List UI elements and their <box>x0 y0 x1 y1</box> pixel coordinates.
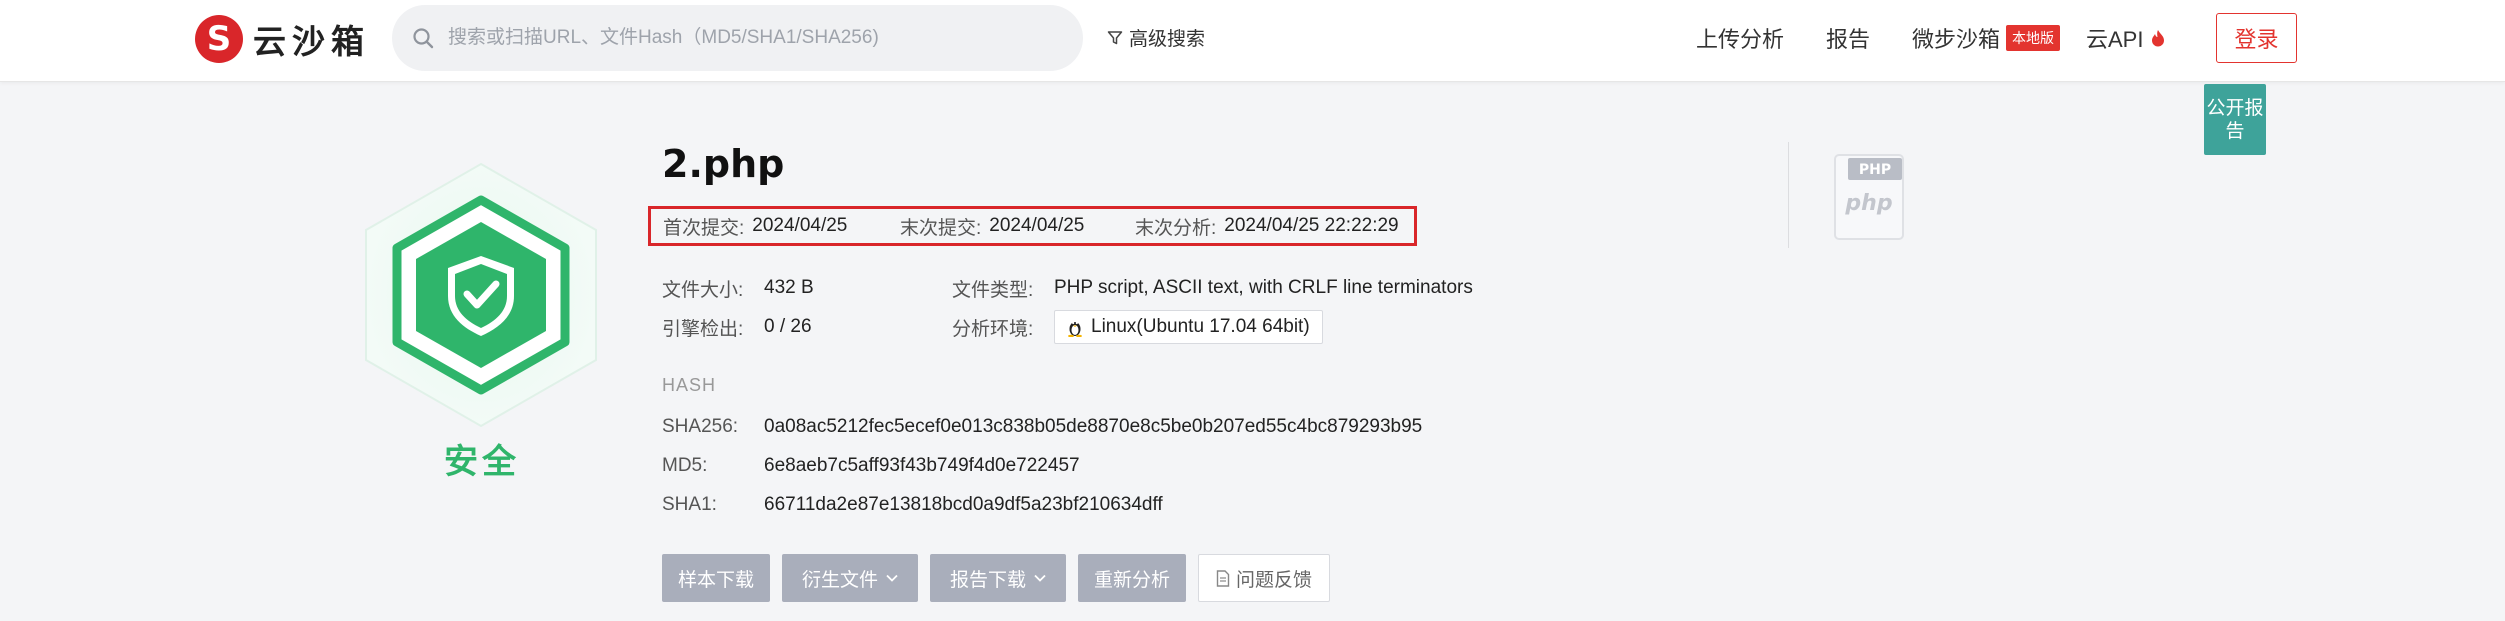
nav-api-label: 云API <box>2086 27 2144 52</box>
engine-detection-value: 0 / 26 <box>764 316 812 337</box>
file-type-value: PHP script, ASCII text, with CRLF line t… <box>1054 277 1473 298</box>
analysis-environment: 分析环境: Linux(Ubuntu 17.04 64bit) <box>952 310 1323 344</box>
engine-detection: 引擎检出: 0 / 26 <box>662 313 812 341</box>
file-type: 文件类型: PHP script, ASCII text, with CRLF … <box>952 274 1473 302</box>
derived-files-label: 衍生文件 <box>801 569 878 591</box>
download-report-button[interactable]: 报告下载 <box>930 554 1066 602</box>
feedback-label: 问题反馈 <box>1235 569 1312 591</box>
environment-value: Linux(Ubuntu 17.04 64bit) <box>1091 316 1310 337</box>
login-button[interactable]: 登录 <box>2216 13 2297 63</box>
search-input[interactable] <box>448 5 1068 71</box>
md5-label: MD5: <box>662 455 708 476</box>
sha1-label: SHA1: <box>662 494 717 515</box>
feedback-button[interactable]: 问题反馈 <box>1198 554 1330 602</box>
php-icon-text: php <box>1844 191 1892 216</box>
last-submit-value: 2024/04/25 <box>989 215 1085 236</box>
logo-text: 云沙箱 <box>253 22 370 61</box>
sha256-row: SHA256: 0a08ac5212fec5ecef0e013c838b05de… <box>662 413 1422 441</box>
php-file-icon: PHP php <box>1834 154 1904 240</box>
nav-local-label: 微步沙箱 <box>1912 27 2001 52</box>
safe-shield-icon <box>365 162 597 428</box>
logo-mark-icon: S <box>195 15 243 63</box>
submission-dates-box: 首次提交: 2024/04/25 末次提交: 2024/04/25 末次分析: … <box>648 206 1417 246</box>
first-submit-label: 首次提交: <box>663 217 745 239</box>
md5-row: MD5: 6e8aeb7c5aff93f43b749f4d0e722457 <box>662 452 1080 480</box>
action-buttons: 样本下载 衍生文件 报告下载 重新分析 问题反馈 <box>662 554 1330 602</box>
environment-chip: Linux(Ubuntu 17.04 64bit) <box>1054 310 1323 344</box>
top-header: S 云沙箱 高级搜索 上传分析 报告 微步沙箱 本地版 云API 登录 <box>0 0 2505 82</box>
sha1-row: SHA1: 66711da2e87e13818bcd0a9df5a23bf210… <box>662 491 1163 519</box>
reanalyze-label: 重新分析 <box>1094 569 1171 591</box>
php-tag-text: PHP <box>1859 162 1891 178</box>
nav-upload-analysis[interactable]: 上传分析 <box>1696 0 1784 76</box>
chevron-down-icon <box>886 574 898 582</box>
verdict-label: 安全 <box>444 442 520 482</box>
advanced-search-label: 高级搜索 <box>1129 29 1206 50</box>
linux-tux-icon <box>1068 321 1082 337</box>
last-submit-label: 末次提交: <box>900 217 982 239</box>
file-size: 文件大小: 432 B <box>662 274 814 302</box>
download-sample-label: 样本下载 <box>678 569 755 591</box>
sha256-value[interactable]: 0a08ac5212fec5ecef0e013c838b05de8870e8c5… <box>764 416 1422 438</box>
logo-mark-letter: S <box>206 19 232 59</box>
file-type-label: 文件类型: <box>952 279 1034 301</box>
nav-local-sandbox[interactable]: 微步沙箱 本地版 <box>1912 0 2061 76</box>
last-analysis-value: 2024/04/25 22:22:29 <box>1224 215 1399 236</box>
flame-icon <box>2152 30 2165 47</box>
first-submit-value: 2024/04/25 <box>752 215 848 236</box>
last-analysis: 末次分析: 2024/04/25 22:22:29 <box>1135 213 1399 240</box>
derived-files-button[interactable]: 衍生文件 <box>782 554 918 602</box>
md5-value[interactable]: 6e8aeb7c5aff93f43b749f4d0e722457 <box>764 455 1080 477</box>
last-analysis-label: 末次分析: <box>1135 217 1217 239</box>
filter-icon <box>1107 30 1123 44</box>
nav-report[interactable]: 报告 <box>1826 0 1870 76</box>
sha1-value[interactable]: 66711da2e87e13818bcd0a9df5a23bf210634dff <box>764 494 1163 516</box>
local-version-badge: 本地版 <box>2006 25 2061 51</box>
site-logo[interactable]: S 云沙箱 <box>195 14 370 64</box>
download-sample-button[interactable]: 样本下载 <box>662 554 770 602</box>
file-size-label: 文件大小: <box>662 279 744 301</box>
document-icon <box>1216 569 1230 587</box>
first-submit: 首次提交: 2024/04/25 <box>663 213 847 240</box>
file-size-value: 432 B <box>764 277 814 298</box>
search-bar[interactable] <box>392 5 1083 71</box>
sha256-label: SHA256: <box>662 416 739 437</box>
reanalyze-button[interactable]: 重新分析 <box>1078 554 1186 602</box>
advanced-search-link[interactable]: 高级搜索 <box>1107 24 1205 51</box>
analysis-environment-label: 分析环境: <box>952 318 1034 340</box>
chevron-down-icon <box>1034 574 1046 582</box>
last-submit: 末次提交: 2024/04/25 <box>900 213 1084 240</box>
file-name-title: 2.php <box>662 142 785 186</box>
engine-detection-label: 引擎检出: <box>662 318 744 340</box>
vertical-divider <box>1788 142 1789 248</box>
public-report-tag[interactable]: 公开报告 <box>2204 84 2266 155</box>
nav-report-label: 报告 <box>1826 27 1871 52</box>
nav-upload-label: 上传分析 <box>1696 27 1785 52</box>
search-icon <box>413 28 434 49</box>
nav-cloud-api[interactable]: 云API <box>2086 0 2165 76</box>
hash-heading: HASH <box>662 375 717 395</box>
download-report-label: 报告下载 <box>949 569 1026 591</box>
